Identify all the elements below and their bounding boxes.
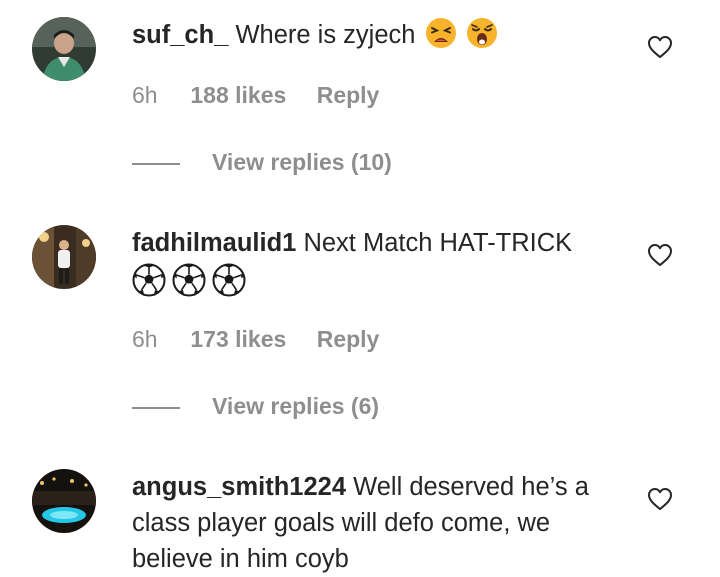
- heart-outline-icon[interactable]: [647, 243, 673, 267]
- comment-username[interactable]: suf_ch_: [132, 21, 228, 49]
- reply-button[interactable]: Reply: [317, 325, 380, 353]
- soccer-ball-emoji: [132, 263, 166, 307]
- view-replies-label: View replies (6): [212, 393, 380, 419]
- reply-button[interactable]: Reply: [317, 81, 380, 109]
- view-replies-label: View replies (10): [212, 149, 392, 175]
- comment-text: fadhilmaulid1 Next Match HAT-TRICK: [132, 225, 622, 307]
- comment-username[interactable]: fadhilmaulid1: [132, 229, 296, 257]
- comment-time: 6h: [132, 82, 158, 108]
- comment-likes[interactable]: 188 likes: [190, 81, 286, 109]
- divider-line: [132, 162, 180, 165]
- comment-text: angus_smith1224 Well deserved he’s a cla…: [132, 469, 622, 577]
- comment-meta: 6h 173 likes Reply: [132, 325, 379, 353]
- comment-time: 6h: [132, 326, 158, 352]
- comment-meta: 6h 188 likes Reply: [132, 81, 379, 109]
- comment-body: Next Match HAT-TRICK: [303, 229, 573, 257]
- weary-face-emoji: [466, 17, 498, 59]
- emoji-group: [132, 263, 622, 307]
- comment-username[interactable]: angus_smith1224: [132, 473, 346, 501]
- comment-likes[interactable]: 173 likes: [190, 325, 286, 353]
- comment-text: suf_ch_ Where is zyjech: [132, 17, 622, 59]
- avatar[interactable]: [32, 17, 96, 81]
- avatar[interactable]: [32, 225, 96, 289]
- soccer-ball-emoji: [212, 263, 246, 307]
- divider-line: [132, 406, 180, 409]
- tired-face-emoji: [425, 17, 457, 59]
- view-replies-button[interactable]: View replies (10): [132, 148, 392, 176]
- heart-outline-icon[interactable]: [647, 487, 673, 511]
- soccer-ball-emoji: [172, 263, 206, 307]
- heart-outline-icon[interactable]: [647, 35, 673, 59]
- avatar[interactable]: [32, 469, 96, 533]
- view-replies-button[interactable]: View replies (6): [132, 392, 379, 420]
- comment-body: Where is zyjech: [235, 21, 416, 49]
